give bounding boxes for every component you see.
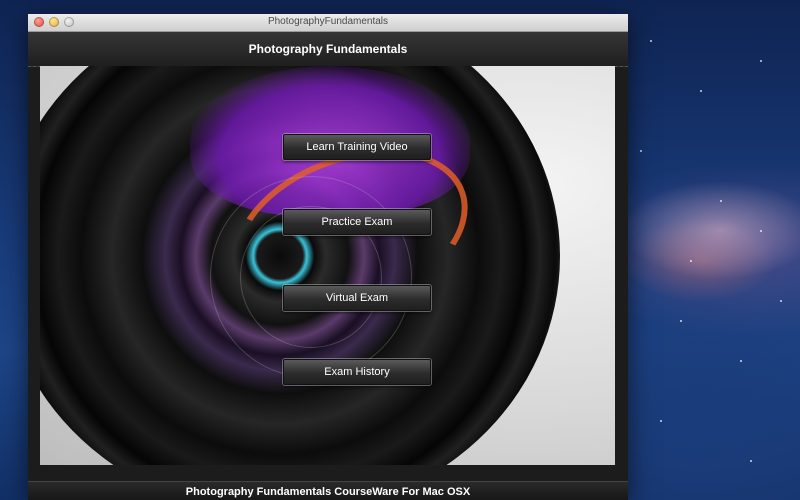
window-titlebar[interactable]: PhotographyFundamentals	[28, 14, 628, 32]
virtual-exam-button[interactable]: Virtual Exam	[283, 285, 431, 311]
page-title: Photography Fundamentals	[248, 42, 408, 56]
app-header: Photography Fundamentals	[28, 32, 628, 67]
app-window: PhotographyFundamentals Photography Fund…	[28, 14, 628, 500]
practice-exam-button[interactable]: Practice Exam	[283, 209, 431, 235]
footer-text: Photography Fundamentals CourseWare For …	[185, 485, 471, 498]
hero-image-camera-lens: Learn Training Video Practice Exam Virtu…	[40, 66, 615, 465]
window-title: PhotographyFundamentals	[267, 16, 389, 27]
exam-history-button[interactable]: Exam History	[283, 359, 431, 385]
learn-training-video-button[interactable]: Learn Training Video	[283, 134, 431, 160]
app-footer: Photography Fundamentals CourseWare For …	[28, 481, 628, 500]
